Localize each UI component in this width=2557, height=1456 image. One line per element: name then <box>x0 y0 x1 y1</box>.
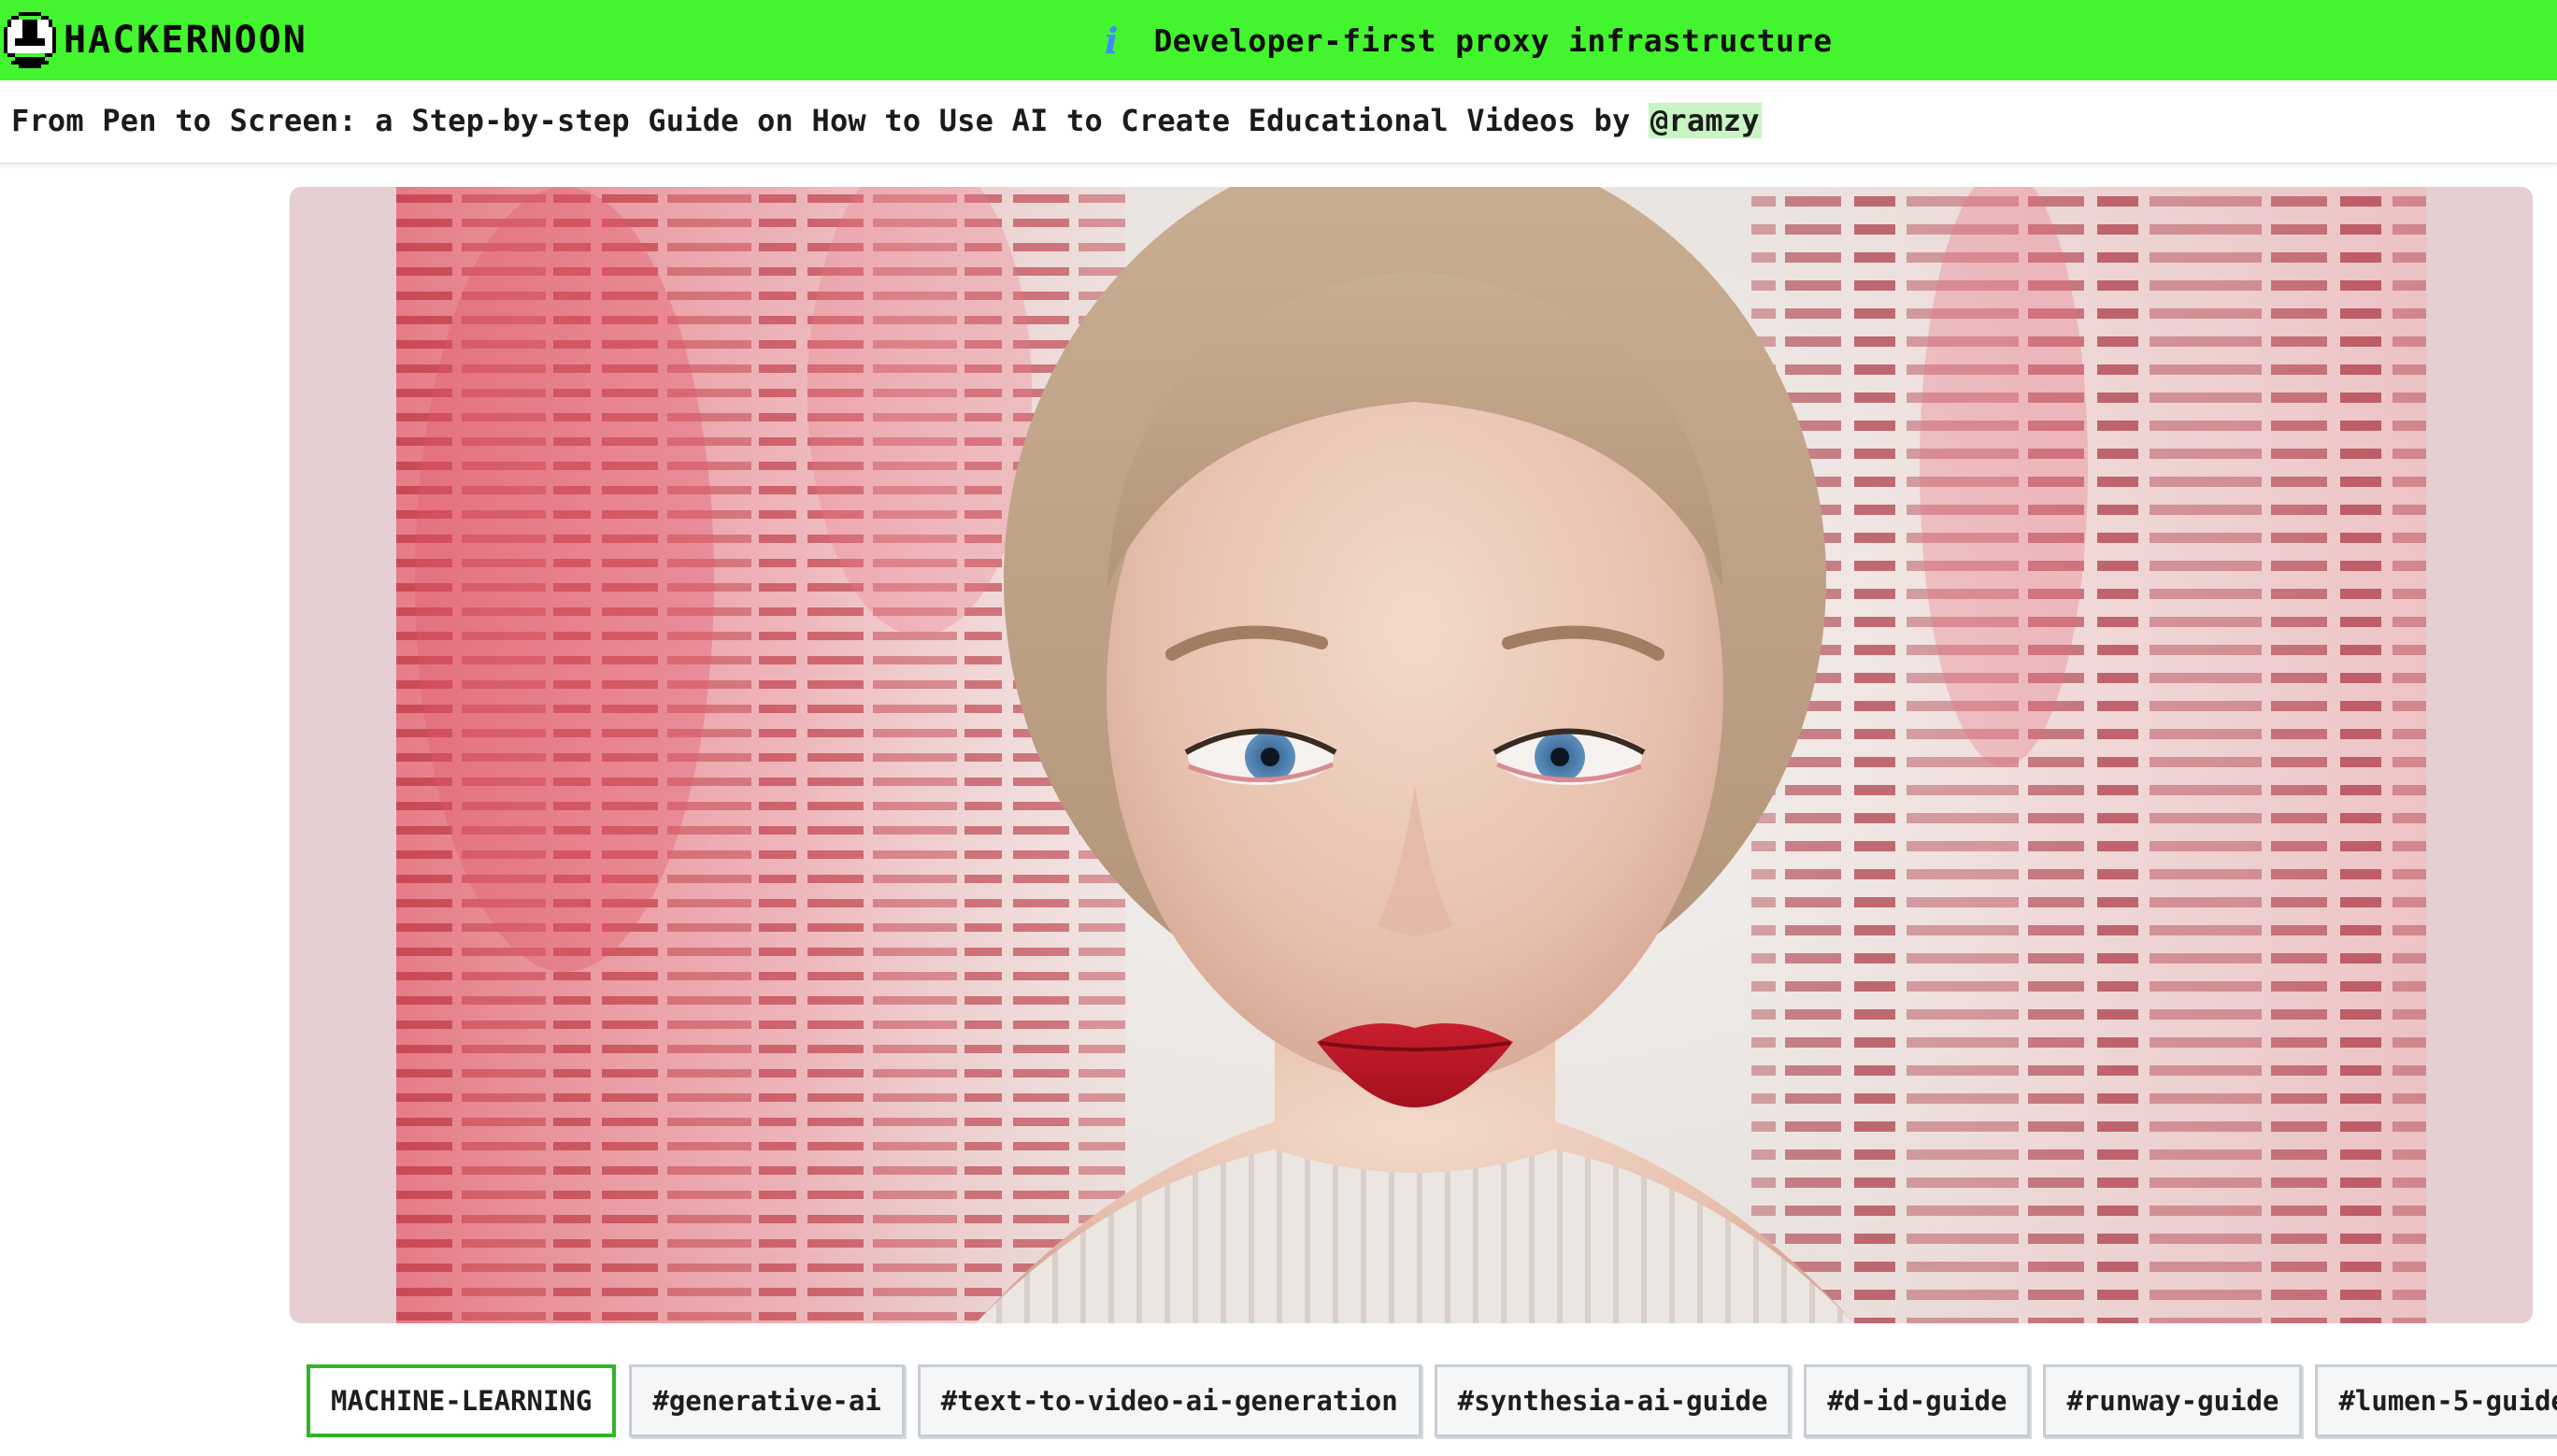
tag-d-id-guide[interactable]: #d-id-guide <box>1804 1364 2031 1437</box>
info-icon: i <box>1105 19 1119 62</box>
tag-text-to-video-ai-generation[interactable]: #text-to-video-ai-generation <box>917 1364 1421 1437</box>
hero-image <box>396 187 2426 1323</box>
article-title-bar: From Pen to Screen: a Step-by-step Guide… <box>0 80 2557 164</box>
logo-wordmark: HACKERNOON <box>64 19 307 62</box>
tag-synthesia-ai-guide[interactable]: #synthesia-ai-guide <box>1434 1364 1792 1437</box>
tag-generative-ai[interactable]: #generative-ai <box>629 1364 905 1437</box>
tag-machine-learning[interactable]: MACHINE-LEARNING <box>307 1364 617 1437</box>
author-link[interactable]: @ramzy <box>1648 103 1762 138</box>
hackernoon-helmet-icon <box>4 12 56 68</box>
top-banner: HACKERNOON i Developer-first proxy infra… <box>0 0 2557 80</box>
hackernoon-logo[interactable]: HACKERNOON <box>4 12 307 68</box>
promo-message[interactable]: i Developer-first proxy infrastructure <box>1105 17 1832 64</box>
hero-image-frame <box>290 187 2533 1323</box>
promo-text[interactable]: Developer-first proxy infrastructure <box>1153 22 1832 59</box>
article-title-text: From Pen to Screen: a Step-by-step Guide… <box>11 103 1631 138</box>
article-title: From Pen to Screen: a Step-by-step Guide… <box>11 103 1762 138</box>
tag-list: MACHINE-LEARNING #generative-ai #text-to… <box>307 1364 2557 1439</box>
tag-lumen-5-guide[interactable]: #lumen-5-guide <box>2315 1364 2557 1437</box>
tag-runway-guide[interactable]: #runway-guide <box>2043 1364 2303 1437</box>
hero-illustration <box>396 187 2426 1323</box>
